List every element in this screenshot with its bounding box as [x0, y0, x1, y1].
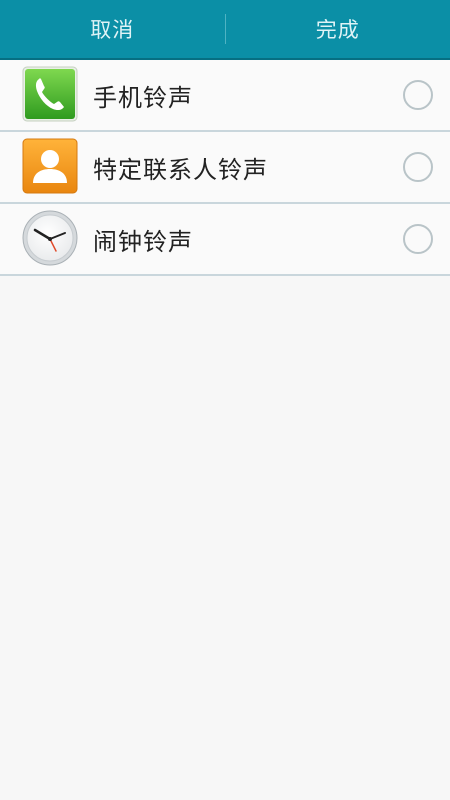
list-item-label: 手机铃声	[93, 83, 193, 112]
list-item-alarm-ringtone[interactable]: 闹钟铃声	[0, 204, 450, 276]
clock-icon	[22, 210, 78, 266]
done-button[interactable]: 完成	[226, 0, 450, 58]
radio-button[interactable]	[403, 224, 433, 254]
cancel-button[interactable]: 取消	[0, 0, 225, 58]
radio-button[interactable]	[403, 152, 433, 182]
top-action-bar: 取消 完成	[0, 0, 450, 60]
phone-icon	[22, 66, 78, 122]
list-item-label: 闹钟铃声	[93, 227, 193, 256]
list-item-label: 特定联系人铃声	[93, 155, 268, 184]
list-item-contact-ringtone[interactable]: 特定联系人铃声	[0, 132, 450, 204]
contact-icon	[22, 138, 78, 194]
list-item-phone-ringtone[interactable]: 手机铃声	[0, 60, 450, 132]
radio-button[interactable]	[403, 80, 433, 110]
ringtone-type-list: 手机铃声 特定联系人铃声 闹钟铃声	[0, 60, 450, 276]
